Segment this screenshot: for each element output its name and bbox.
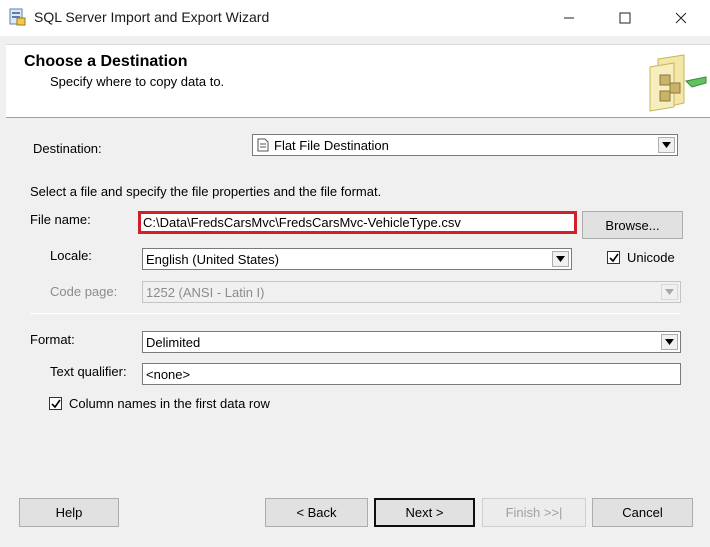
destination-value: Flat File Destination [274, 138, 389, 153]
page-subtitle: Specify where to copy data to. [50, 74, 225, 89]
next-button[interactable]: Next > [374, 498, 475, 527]
locale-label: Locale: [50, 248, 92, 263]
unicode-label: Unicode [627, 250, 675, 265]
cancel-button[interactable]: Cancel [592, 498, 693, 527]
close-icon [675, 12, 687, 24]
chevron-down-icon[interactable] [658, 137, 675, 153]
minimize-button[interactable] [546, 0, 592, 36]
back-button[interactable]: < Back [265, 498, 368, 527]
wizard-app-icon [8, 8, 26, 26]
unicode-checkbox[interactable] [607, 251, 620, 264]
checkmark-icon [50, 399, 61, 408]
minimize-icon [564, 17, 574, 19]
format-value: Delimited [146, 335, 201, 350]
chevron-down-icon[interactable] [661, 284, 678, 300]
format-select[interactable]: Delimited [142, 331, 681, 353]
text-qualifier-input[interactable]: <none> [142, 363, 681, 385]
code-page-value: 1252 (ANSI - Latin I) [146, 285, 265, 300]
file-name-input[interactable]: C:\Data\FredsCarsMvc\FredsCarsMvc-Vehicl… [138, 211, 577, 234]
column-names-label: Column names in the first data row [69, 396, 270, 411]
destination-label: Destination: [33, 141, 102, 156]
chevron-down-icon[interactable] [552, 251, 569, 267]
file-name-value: C:\Data\FredsCarsMvc\FredsCarsMvc-Vehicl… [143, 215, 461, 230]
close-button[interactable] [658, 0, 704, 36]
text-qualifier-value: <none> [146, 367, 191, 382]
flat-file-icon [256, 138, 270, 152]
instruction-text: Select a file and specify the file prope… [30, 184, 382, 199]
section-divider [30, 313, 680, 314]
finish-button[interactable]: Finish >>| [482, 498, 586, 527]
wizard-header: Choose a Destination Specify where to co… [6, 44, 710, 118]
code-page-select[interactable]: 1252 (ANSI - Latin I) [142, 281, 681, 303]
format-label: Format: [30, 332, 75, 347]
title-bar: SQL Server Import and Export Wizard [0, 0, 710, 36]
column-names-checkbox[interactable] [49, 397, 62, 410]
maximize-button[interactable] [602, 0, 648, 36]
destination-select[interactable]: Flat File Destination [252, 134, 678, 156]
file-name-label: File name: [30, 212, 91, 227]
code-page-label: Code page: [50, 284, 118, 299]
destination-graphic-icon [644, 53, 710, 113]
text-qualifier-label: Text qualifier: [50, 364, 127, 379]
chevron-down-icon[interactable] [661, 334, 678, 350]
window-title: SQL Server Import and Export Wizard [34, 9, 270, 25]
maximize-icon [619, 12, 631, 24]
locale-value: English (United States) [146, 252, 279, 267]
browse-button[interactable]: Browse... [582, 211, 683, 239]
help-button[interactable]: Help [19, 498, 119, 527]
page-title: Choose a Destination [24, 53, 188, 70]
locale-select[interactable]: English (United States) [142, 248, 572, 270]
checkmark-icon [608, 253, 619, 262]
